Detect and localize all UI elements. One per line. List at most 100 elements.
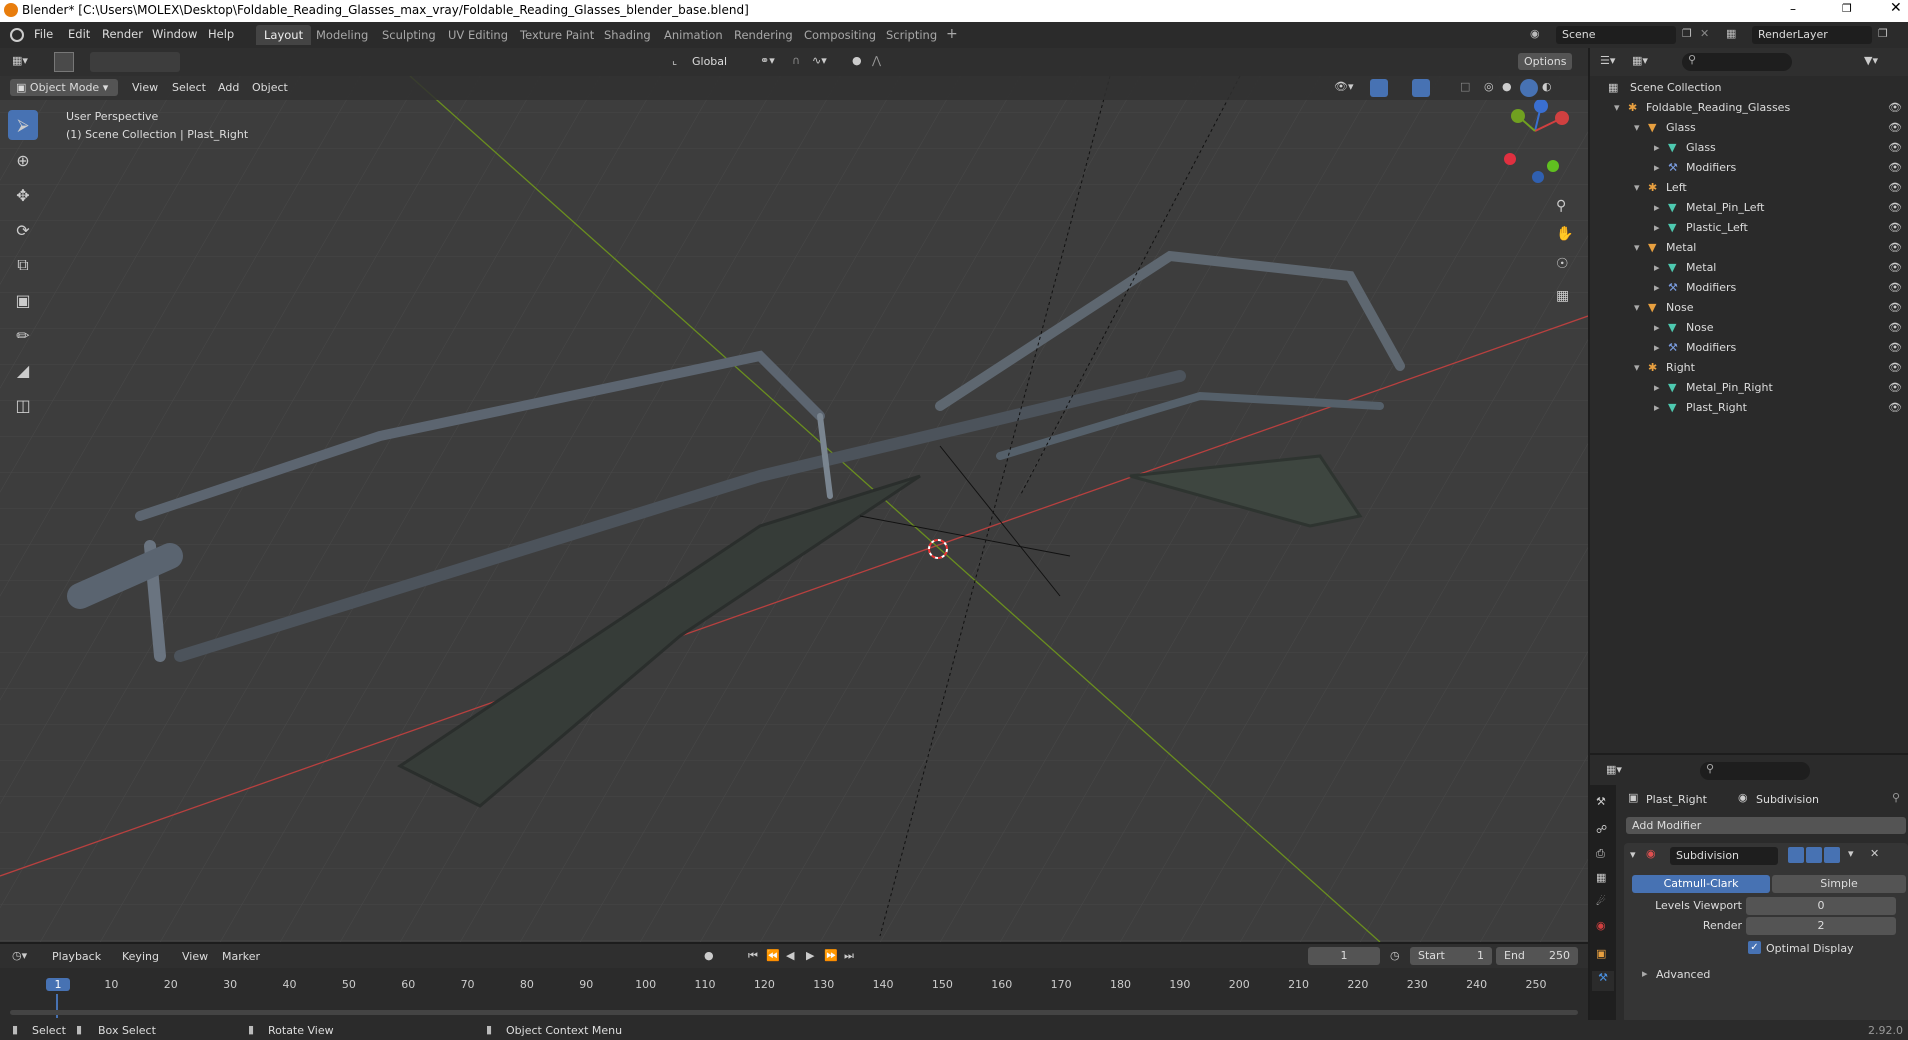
advanced-expand-icon[interactable]: ▸ — [1642, 967, 1648, 980]
modifier-tab-icon[interactable]: ⚒ — [1592, 971, 1614, 991]
scale-tool-icon[interactable]: ⧉ — [8, 250, 38, 280]
gizmo-toggle-icon[interactable] — [1370, 79, 1388, 97]
outliner-item[interactable]: ▸ ▼ Plast_Right 👁 — [1590, 398, 1908, 418]
expand-arrow-icon[interactable]: ▸ — [1654, 381, 1660, 394]
timeline-editor-icon[interactable]: ◷▾ — [12, 949, 27, 962]
outliner-item[interactable]: ▾ ✱ Foldable_Reading_Glasses 👁 — [1590, 98, 1908, 118]
tab-texture-paint[interactable]: Texture Paint — [512, 25, 602, 45]
object-mode-dropdown[interactable]: ▣ Object Mode ▾ — [10, 79, 118, 96]
menu-help[interactable]: Help — [208, 27, 234, 41]
eye-visibility-icon[interactable]: 👁 — [1888, 221, 1902, 234]
outliner-item[interactable]: ▾ ✱ Right 👁 — [1590, 358, 1908, 378]
solid-shading-icon[interactable]: ● — [1502, 80, 1512, 93]
play-icon[interactable]: ▶ — [806, 949, 814, 962]
falloff-icon[interactable]: ⋀ — [872, 54, 881, 67]
tab-uv-editing[interactable]: UV Editing — [440, 25, 516, 45]
tab-modeling[interactable]: Modeling — [308, 25, 376, 45]
cursor-tool-icon[interactable]: ⊕ — [8, 145, 38, 175]
optimal-display-checkbox[interactable]: ✓ — [1748, 941, 1761, 954]
outliner-item[interactable]: ▸ ⚒ Modifiers 👁 — [1590, 158, 1908, 178]
blender-menu-icon[interactable] — [10, 28, 24, 42]
visibility-icon[interactable]: 👁▾ — [1334, 80, 1354, 93]
outliner-item[interactable]: ▸ ▼ Metal_Pin_Left 👁 — [1590, 198, 1908, 218]
preview-range-icon[interactable]: ◷ — [1390, 949, 1400, 962]
rotate-tool-icon[interactable]: ⟳ — [8, 215, 38, 245]
annotate-tool-icon[interactable]: ✏ — [8, 320, 38, 350]
pan-hand-icon[interactable]: ✋ — [1556, 226, 1573, 242]
ortho-toggle-icon[interactable]: ▦ — [1556, 288, 1569, 304]
close-window-button[interactable]: ✕ — [1890, 0, 1902, 16]
eye-visibility-icon[interactable]: 👁 — [1888, 381, 1902, 394]
select-box-tool-icon[interactable]: ⮚ — [8, 110, 38, 140]
zoom-icon[interactable]: ⚲ — [1556, 198, 1566, 214]
eye-visibility-icon[interactable]: 👁 — [1888, 261, 1902, 274]
outliner-item[interactable]: ▸ ▼ Nose 👁 — [1590, 318, 1908, 338]
renderlayer-icon[interactable]: ▦ — [1726, 27, 1736, 40]
advanced-section-label[interactable]: Advanced — [1656, 968, 1710, 981]
eye-visibility-icon[interactable]: 👁 — [1888, 361, 1902, 374]
current-frame-field[interactable]: 1 — [1308, 947, 1380, 965]
expand-arrow-icon[interactable]: ▾ — [1634, 361, 1640, 374]
eye-visibility-icon[interactable]: 👁 — [1888, 241, 1902, 254]
menu-playback[interactable]: Playback — [52, 950, 101, 963]
select-mode-icon[interactable] — [54, 52, 74, 72]
viewport-menu-view[interactable]: View — [132, 81, 158, 94]
outliner-item[interactable]: ▸ ⚒ Modifiers 👁 — [1590, 338, 1908, 358]
tab-shading[interactable]: Shading — [596, 25, 659, 45]
world-tab-icon[interactable]: ◉ — [1596, 919, 1606, 932]
outliner-item[interactable]: ▾ ▼ Metal 👁 — [1590, 238, 1908, 258]
tab-compositing[interactable]: Compositing — [796, 25, 884, 45]
add-workspace-icon[interactable]: + — [946, 26, 958, 42]
expand-arrow-icon[interactable]: ▾ — [1634, 241, 1640, 254]
expand-arrow-icon[interactable]: ▾ — [1634, 121, 1640, 134]
viewport-menu-add[interactable]: Add — [218, 81, 239, 94]
viewport-toggle-icon[interactable] — [1806, 847, 1822, 863]
object-tab-icon[interactable]: ▣ — [1596, 947, 1606, 960]
properties-editor-icon[interactable]: ▦▾ — [1606, 763, 1622, 776]
scene-icon[interactable]: ◉ — [1530, 27, 1540, 40]
eye-visibility-icon[interactable]: 👁 — [1888, 321, 1902, 334]
play-reverse-icon[interactable]: ◀ — [786, 949, 794, 962]
outliner-item[interactable]: ▸ ▼ Metal 👁 — [1590, 258, 1908, 278]
expand-arrow-icon[interactable]: ▸ — [1654, 321, 1660, 334]
menu-file[interactable]: File — [34, 27, 53, 41]
remove-modifier-icon[interactable]: ✕ — [1870, 847, 1879, 860]
eye-visibility-icon[interactable]: 👁 — [1888, 301, 1902, 314]
overlay-toggle-icon[interactable] — [1412, 79, 1430, 97]
eye-visibility-icon[interactable]: 👁 — [1888, 401, 1902, 414]
collapse-modifier-icon[interactable]: ▾ — [1630, 848, 1636, 861]
pivot-icon[interactable]: ⚭▾ — [760, 54, 775, 67]
jump-end-icon[interactable]: ⏭ — [844, 949, 854, 963]
outliner-search-input[interactable]: ⚲ — [1682, 53, 1792, 71]
outliner-item[interactable]: ▸ ▼ Glass 👁 — [1590, 138, 1908, 158]
delete-scene-icon[interactable]: ✕ — [1700, 27, 1709, 40]
transform-tool-icon[interactable]: ▣ — [8, 285, 38, 315]
levels-viewport-field[interactable]: 0 — [1746, 897, 1896, 915]
view-layer-tab-icon[interactable]: ▦ — [1596, 871, 1606, 884]
xray-icon[interactable]: □ — [1460, 80, 1470, 93]
tab-sculpting[interactable]: Sculpting — [374, 25, 444, 45]
eye-visibility-icon[interactable]: 👁 — [1888, 121, 1902, 134]
auto-keying-icon[interactable]: ● — [704, 949, 714, 962]
menu-keying[interactable]: Keying — [122, 950, 159, 963]
output-tab-icon[interactable]: ⎙ — [1596, 847, 1605, 861]
pin-icon[interactable]: ⚲ — [1892, 791, 1900, 804]
tab-scripting[interactable]: Scripting — [878, 25, 945, 45]
end-frame-field[interactable]: End 250 — [1496, 947, 1578, 965]
menu-window[interactable]: Window — [152, 27, 197, 41]
material-shading-icon[interactable] — [1520, 79, 1538, 97]
eye-visibility-icon[interactable]: 👁 — [1888, 101, 1902, 114]
eye-visibility-icon[interactable]: 👁 — [1888, 341, 1902, 354]
transform-orientation-dropdown[interactable]: Global — [692, 55, 727, 68]
snap-icon[interactable]: ∩ — [792, 54, 800, 67]
eye-visibility-icon[interactable]: 👁 — [1888, 161, 1902, 174]
restore-button[interactable]: ❐ — [1842, 2, 1852, 15]
jump-start-icon[interactable]: ⏮ — [748, 949, 758, 963]
3d-viewport[interactable] — [0, 76, 1588, 942]
expand-arrow-icon[interactable]: ▸ — [1654, 221, 1660, 234]
eye-visibility-icon[interactable]: 👁 — [1888, 181, 1902, 194]
properties-search-input[interactable]: ⚲ — [1700, 762, 1810, 780]
outliner-editor-icon[interactable]: ☰▾ — [1600, 54, 1615, 67]
renderlayer-field[interactable]: RenderLayer — [1752, 26, 1872, 44]
wireframe-shading-icon[interactable]: ◎ — [1484, 80, 1494, 93]
